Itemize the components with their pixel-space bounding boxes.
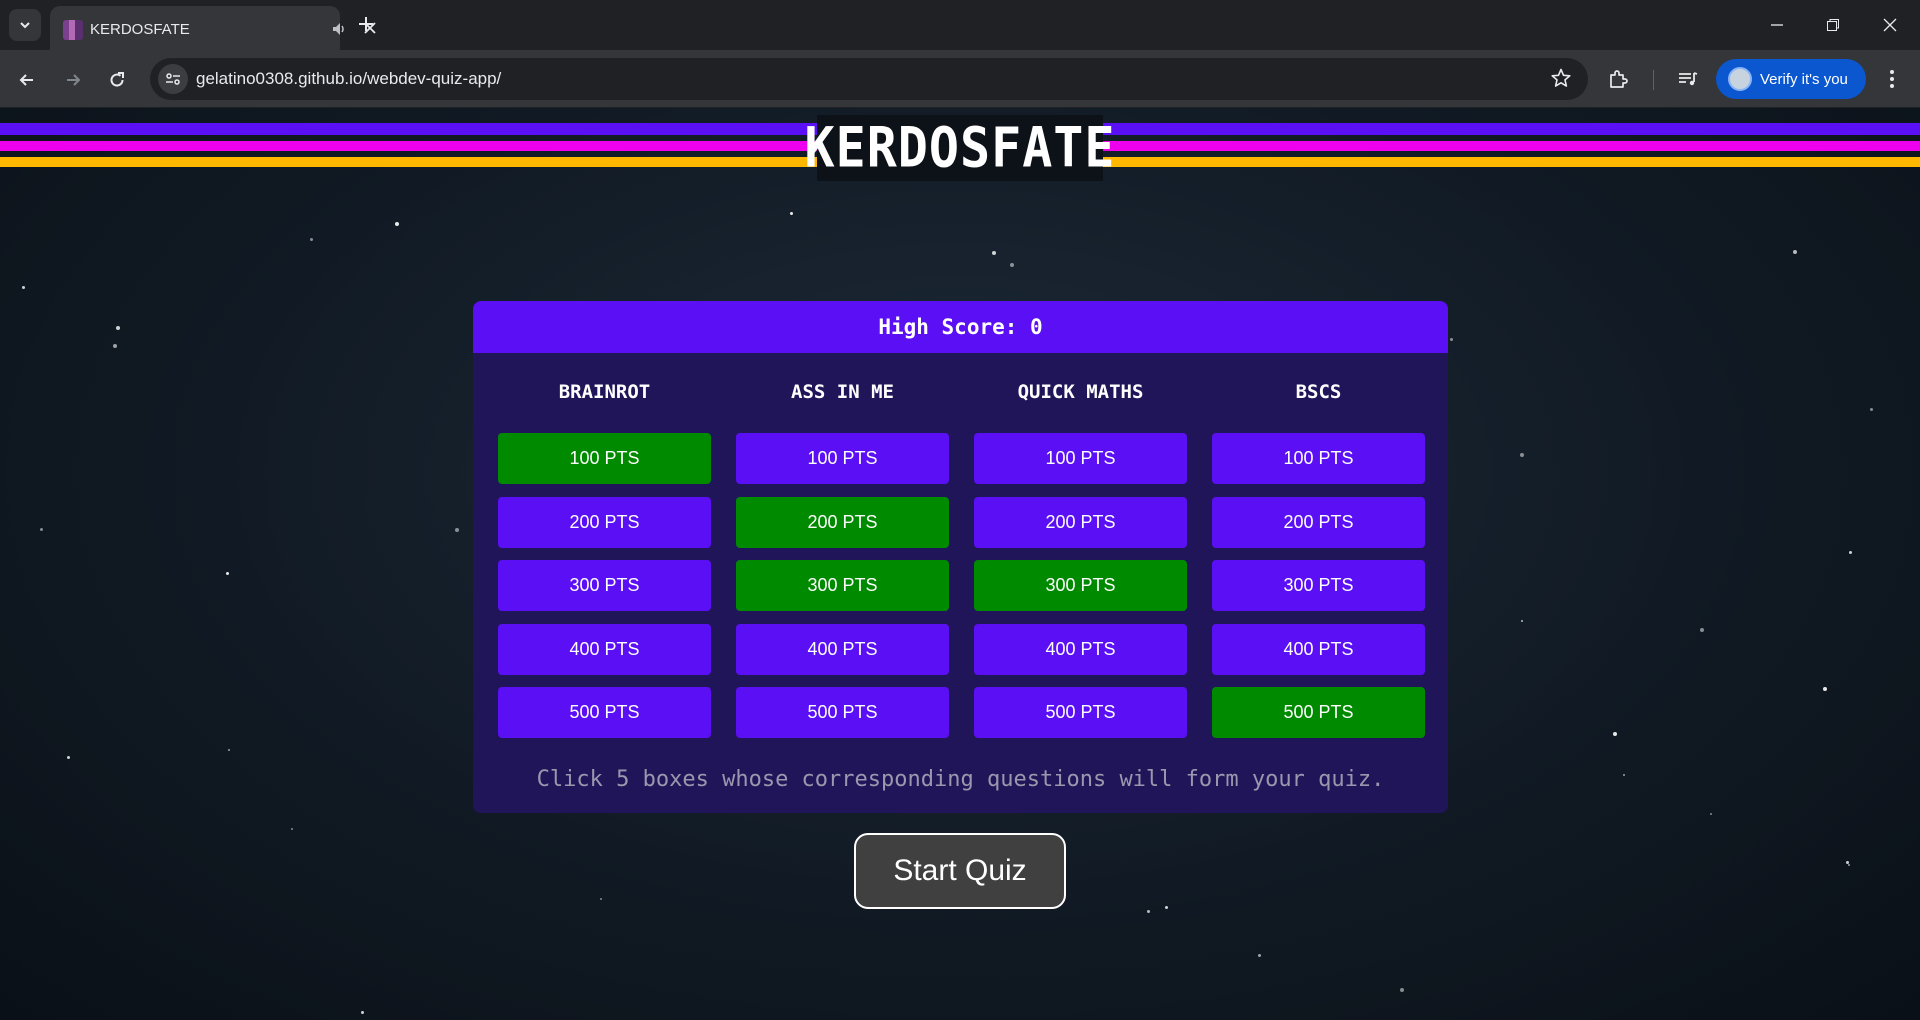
category-column: QUICK MATHS 100 PTS 200 PTS 300 PTS 400 PTS 5… — [974, 381, 1187, 751]
star-dot — [1258, 954, 1261, 957]
favicon-icon — [63, 20, 83, 40]
window-close-icon[interactable] — [1877, 12, 1903, 38]
star-dot — [1710, 813, 1712, 815]
star-dot — [1849, 551, 1852, 554]
instruction-text: Click 5 boxes whose corresponding questi… — [536, 767, 1385, 792]
points-tile[interactable]: 500 PTS — [736, 687, 949, 738]
restore-icon[interactable] — [1820, 12, 1846, 38]
extensions-icon[interactable] — [1606, 67, 1630, 96]
points-tile[interactable]: 100 PTS — [1212, 433, 1425, 484]
high-score: High Score: 0 — [878, 315, 1043, 339]
star-dot — [22, 286, 25, 289]
browser-tab-strip: KERDOSFATE — [0, 0, 1920, 50]
star-dot — [1846, 861, 1849, 864]
points-tile[interactable]: 300 PTS — [498, 560, 711, 611]
tab-search-icon[interactable] — [9, 9, 41, 41]
points-tile[interactable]: 100 PTS — [736, 433, 949, 484]
points-tile[interactable]: 200 PTS — [498, 496, 711, 548]
category-title: QUICK MATHS — [1017, 381, 1144, 403]
star-dot — [228, 749, 230, 751]
star-dot — [361, 1011, 364, 1014]
header-banner: KERDOSFATE — [0, 115, 1920, 181]
points-tile[interactable]: 100 PTS — [498, 433, 711, 484]
reload-icon[interactable] — [104, 67, 130, 93]
profile-verify-button[interactable]: Verify it's you — [1716, 59, 1866, 99]
kebab-menu-icon[interactable] — [1880, 67, 1904, 96]
star-dot — [1848, 864, 1850, 866]
star-dot — [1623, 774, 1625, 776]
star-dot — [1700, 628, 1704, 632]
forward-icon[interactable] — [60, 67, 86, 93]
star-dot — [310, 238, 313, 241]
points-tile[interactable]: 200 PTS — [974, 496, 1187, 548]
star-dot — [1450, 338, 1453, 341]
category-title: BSCS — [1295, 381, 1342, 403]
star-dot — [226, 572, 229, 575]
points-tile[interactable]: 300 PTS — [736, 560, 949, 611]
points-tile[interactable]: 400 PTS — [498, 623, 711, 675]
board-header: High Score: 0 — [473, 301, 1448, 353]
toolbar-divider — [1653, 70, 1654, 90]
star-dot — [1613, 732, 1617, 736]
tab-title: KERDOSFATE — [90, 21, 190, 38]
star-dot — [1010, 263, 1014, 267]
category-grid: BRAINROT 100 PTS 200 PTS 300 PTS 400 PTS 500 … — [498, 381, 1425, 751]
verify-label: Verify it's you — [1760, 70, 1848, 88]
plus-icon[interactable] — [354, 12, 378, 41]
star-dot — [291, 828, 293, 830]
star-dot — [1520, 453, 1524, 457]
points-tile[interactable]: 300 PTS — [974, 560, 1187, 611]
star-icon[interactable] — [1550, 67, 1572, 94]
points-tile[interactable]: 200 PTS — [736, 496, 949, 548]
star-dot — [1165, 906, 1168, 909]
star-dot — [395, 222, 399, 226]
category-title: ASS IN ME — [791, 381, 894, 403]
points-tile[interactable]: 400 PTS — [1212, 623, 1425, 675]
star-dot — [1823, 687, 1827, 691]
points-tile[interactable]: 500 PTS — [498, 687, 711, 738]
star-dot — [1870, 408, 1873, 411]
points-tile[interactable]: 100 PTS — [974, 433, 1187, 484]
star-dot — [455, 528, 459, 532]
logo: KERDOSFATE — [804, 115, 1115, 181]
star-dot — [1793, 250, 1797, 254]
site-info-icon[interactable] — [158, 64, 188, 94]
points-tile[interactable]: 300 PTS — [1212, 560, 1425, 611]
points-tile[interactable]: 400 PTS — [736, 623, 949, 675]
points-tile[interactable]: 200 PTS — [1212, 496, 1425, 548]
points-tile[interactable]: 400 PTS — [974, 623, 1187, 675]
star-dot — [600, 898, 602, 900]
category-column: ASS IN ME 100 PTS 200 PTS 300 PTS 400 PTS 500… — [736, 381, 949, 751]
points-tile[interactable]: 500 PTS — [1212, 687, 1425, 738]
avatar — [1728, 67, 1752, 91]
star-dot — [113, 344, 117, 348]
star-dot — [790, 212, 793, 215]
minimize-icon[interactable] — [1764, 12, 1790, 38]
category-column: BSCS 100 PTS 200 PTS 300 PTS 400 PTS 500 PTS — [1212, 381, 1425, 751]
star-dot — [40, 528, 43, 531]
start-quiz-button[interactable]: Start Quiz — [854, 833, 1066, 909]
quiz-board: High Score: 0 BRAINROT 100 PTS 200 PTS 300 … — [473, 301, 1448, 813]
browser-tab[interactable]: KERDOSFATE — [50, 6, 376, 50]
star-dot — [1400, 988, 1404, 992]
star-dot — [1521, 620, 1523, 622]
browser-toolbar: gelatino0308.github.io/webdev-quiz-app/ … — [0, 50, 1920, 108]
audio-icon[interactable] — [330, 20, 348, 43]
media-icon[interactable] — [1676, 67, 1700, 96]
star-dot — [67, 756, 70, 759]
star-dot — [116, 326, 120, 330]
back-icon[interactable] — [14, 67, 40, 93]
address-bar[interactable]: gelatino0308.github.io/webdev-quiz-app/ — [150, 58, 1588, 100]
page-content: KERDOSFATE High Score: 0 BRAINROT 100 PTS… — [0, 108, 1920, 1020]
category-title: BRAINROT — [558, 381, 651, 403]
points-tile[interactable]: 500 PTS — [974, 687, 1187, 738]
star-dot — [1147, 910, 1150, 913]
category-column: BRAINROT 100 PTS 200 PTS 300 PTS 400 PTS 500 … — [498, 381, 711, 751]
url-text[interactable]: gelatino0308.github.io/webdev-quiz-app/ — [196, 69, 501, 89]
star-dot — [992, 251, 996, 255]
logo-text: KERDOSFATE — [804, 116, 1116, 180]
